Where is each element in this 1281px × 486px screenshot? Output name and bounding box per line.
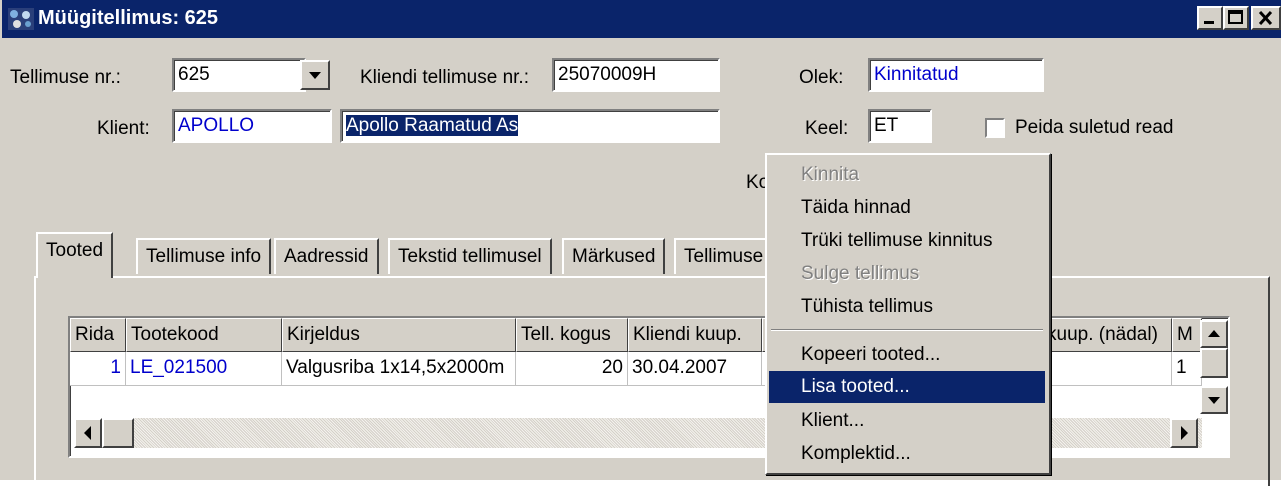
tab-tellimuse-info[interactable]: Tellimuse info xyxy=(136,238,272,274)
client-code-field[interactable]: APOLLO xyxy=(172,109,332,143)
close-icon xyxy=(1258,10,1273,26)
tab-markused[interactable]: Märkused xyxy=(562,238,666,274)
column-header-tootekood[interactable]: Tootekood xyxy=(126,318,282,352)
minimize-button[interactable] xyxy=(1197,6,1223,30)
tab-tellimuse[interactable]: Tellimuse xyxy=(674,238,774,274)
menu-separator xyxy=(771,329,1043,331)
language-label: Keel: xyxy=(805,118,849,139)
context-menu: Kinnita Täida hinnad Trüki tellimuse kin… xyxy=(765,153,1051,475)
tab-aadressid[interactable]: Aadressid xyxy=(274,238,379,274)
tab-tekstid-tellimusel[interactable]: Tekstid tellimusel xyxy=(388,238,552,274)
order-no-dropdown-button[interactable] xyxy=(300,60,330,90)
tab-label: Tekstid tellimusel xyxy=(398,246,542,267)
status-field[interactable]: Kinnitatud xyxy=(868,58,1044,92)
hide-closed-label[interactable]: Peida suletud read xyxy=(1015,117,1173,139)
tab-label: Tooted xyxy=(46,240,104,261)
menu-item-sulge-tellimus[interactable]: Sulge tellimus xyxy=(769,258,1045,290)
scroll-up-button[interactable] xyxy=(1200,320,1228,348)
order-no-combo[interactable]: 625 xyxy=(172,58,306,92)
client-order-field[interactable]: 25070009H xyxy=(552,58,720,92)
arrow-up-icon xyxy=(1208,330,1220,337)
menu-item-kopeeri-tooted[interactable]: Kopeeri tooted... xyxy=(769,339,1045,371)
order-no-label: Tellimuse nr.: xyxy=(10,67,121,88)
cell-kirjeldus[interactable]: Valgusriba 1x14,5x2000m xyxy=(282,352,516,386)
status-label: Olek: xyxy=(799,67,844,88)
menu-item-lisa-tooted[interactable]: Lisa tooted... xyxy=(769,371,1045,403)
tab-label: Tellimuse info xyxy=(146,246,262,267)
chevron-down-icon xyxy=(309,72,321,79)
client-label: Klient: xyxy=(97,118,150,139)
language-value: ET xyxy=(874,115,899,136)
column-header-rida[interactable]: Rida xyxy=(70,318,126,352)
menu-item-truki-kinnitus[interactable]: Trüki tellimuse kinnitus xyxy=(769,225,1045,257)
client-code-value: APOLLO xyxy=(178,115,255,136)
column-header-tell-kogus[interactable]: Tell. kogus xyxy=(516,318,628,352)
close-button[interactable] xyxy=(1251,6,1281,30)
arrow-right-icon xyxy=(1181,426,1188,440)
minimize-icon xyxy=(1204,21,1214,24)
scroll-left-button[interactable] xyxy=(74,418,102,448)
client-name-value: Apollo Raamatud As xyxy=(346,115,519,136)
cell-tell-kogus[interactable]: 20 xyxy=(516,352,628,386)
arrow-down-icon xyxy=(1208,397,1220,404)
maximize-button[interactable] xyxy=(1223,6,1249,30)
client-order-label: Kliendi tellimuse nr.: xyxy=(360,67,529,88)
order-no-value: 625 xyxy=(178,64,210,85)
hide-closed-checkbox[interactable] xyxy=(985,118,1005,138)
tab-label: Aadressid xyxy=(284,246,369,267)
tab-label: Märkused xyxy=(572,246,656,267)
app-icon xyxy=(8,8,34,30)
menu-item-klient[interactable]: Klient... xyxy=(769,405,1045,437)
arrow-left-icon xyxy=(84,426,91,440)
cell-kliendi-kuup[interactable]: 30.04.2007 xyxy=(628,352,762,386)
client-order-value: 25070009H xyxy=(558,64,657,85)
menu-item-tuhista-tellimus[interactable]: Tühista tellimus xyxy=(769,291,1045,323)
cell-rida[interactable]: 1 xyxy=(70,352,126,386)
tab-label: Tellimuse xyxy=(684,246,764,267)
order-window: Müügitellimus: 625 Tellimuse nr.: 625 Kl… xyxy=(0,0,1281,486)
scroll-right-button[interactable] xyxy=(1170,418,1198,448)
vertical-scroll-thumb[interactable] xyxy=(1200,348,1228,378)
window-title: Müügitellimus: 625 xyxy=(38,7,219,29)
horizontal-scroll-thumb[interactable] xyxy=(102,418,134,448)
column-header-m[interactable]: M xyxy=(1172,318,1202,352)
tab-tooted[interactable]: Tooted xyxy=(36,232,114,278)
client-name-field[interactable]: Apollo Raamatud As xyxy=(340,109,720,143)
status-value: Kinnitatud xyxy=(874,64,959,85)
scroll-down-button[interactable] xyxy=(1200,386,1228,414)
menu-item-taida-hinnad[interactable]: Täida hinnad xyxy=(769,192,1045,224)
cell-tootekood[interactable]: LE_021500 xyxy=(126,352,282,386)
cell-m[interactable]: 1 xyxy=(1172,352,1202,386)
menu-item-komplektid[interactable]: Komplektid... xyxy=(769,438,1045,470)
column-header-kliendi-kuup[interactable]: Kliendi kuup. xyxy=(628,318,762,352)
language-field[interactable]: ET xyxy=(868,109,932,143)
column-header-kirjeldus[interactable]: Kirjeldus xyxy=(282,318,516,352)
title-bar[interactable]: Müügitellimus: 625 xyxy=(2,0,1281,38)
menu-item-kinnita[interactable]: Kinnita xyxy=(769,159,1045,191)
maximize-icon xyxy=(1228,10,1243,24)
